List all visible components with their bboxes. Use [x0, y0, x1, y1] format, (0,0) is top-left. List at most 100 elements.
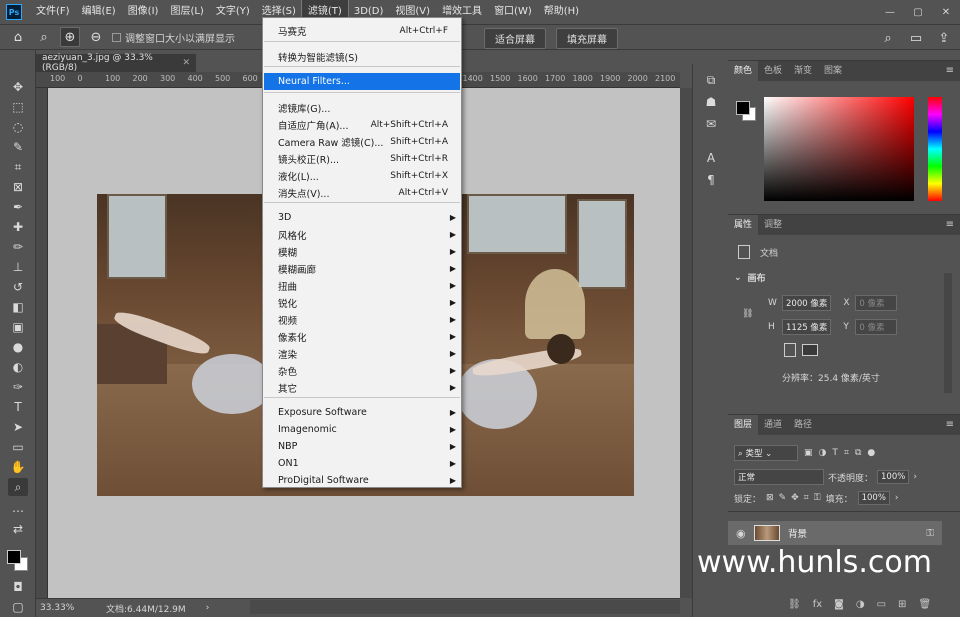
marquee-tool-icon[interactable]: ⬚	[8, 98, 28, 116]
filter-menu-item[interactable]: Imagenomic ▶	[264, 421, 460, 438]
new-layer-icon[interactable]: ⊞	[898, 599, 906, 610]
filter-menu-item[interactable]: 像素化 ▶	[264, 328, 460, 345]
portrait-icon[interactable]	[784, 343, 796, 357]
filter-menu-item[interactable]: 消失点(V)... Alt+Ctrl+V	[264, 184, 460, 201]
menu-type[interactable]: 文字(Y)	[210, 0, 256, 24]
dodge-tool-icon[interactable]: ◐	[8, 358, 28, 376]
opacity-arrow-icon[interactable]: ›	[913, 472, 917, 482]
filter-toggle-icon[interactable]: ●	[867, 448, 875, 458]
foreground-color-swatch[interactable]	[7, 550, 21, 564]
quick-select-tool-icon[interactable]: ✎	[8, 138, 28, 156]
kind-filter-select[interactable]: ⌕ 类型 ⌄	[734, 445, 798, 461]
eyedropper-tool-icon[interactable]: ✒	[8, 198, 28, 216]
filter-menu-item[interactable]: NBP ▶	[264, 438, 460, 455]
filter-menu-item[interactable]: 3D ▶	[264, 209, 460, 226]
tab-gradients[interactable]: 渐变	[788, 61, 818, 81]
pixel-filter-icon[interactable]: ▣	[804, 448, 813, 458]
filter-menu-item[interactable]: 锐化 ▶	[264, 294, 460, 311]
hue-slider[interactable]	[928, 97, 942, 201]
quick-mask-icon[interactable]: ◘	[8, 578, 28, 596]
tab-properties[interactable]: 属性	[728, 215, 759, 235]
filter-menu-item[interactable]: 风格化 ▶	[264, 226, 460, 243]
eraser-tool-icon[interactable]: ◧	[8, 298, 28, 316]
resize-window-checkbox[interactable]: 调整窗口大小以满屏显示	[112, 30, 235, 45]
type-filter-icon[interactable]: T	[832, 448, 838, 458]
blur-tool-icon[interactable]: ●	[8, 338, 28, 356]
home-icon[interactable]: ⌂	[8, 27, 28, 47]
menu-help[interactable]: 帮助(H)	[538, 0, 585, 24]
lock-pixels-icon[interactable]: ⊠	[766, 493, 774, 503]
stamp-tool-icon[interactable]: ⊥	[8, 258, 28, 276]
frame-tool-icon[interactable]: ⊠	[8, 178, 28, 196]
height-field[interactable]: 1125 像素	[782, 319, 832, 335]
menu-image[interactable]: 图像(I)	[122, 0, 165, 24]
tab-patterns[interactable]: 图案	[818, 61, 848, 81]
panel-menu-icon[interactable]: ≡	[946, 65, 954, 76]
smart-filter-icon[interactable]: ⧉	[855, 448, 861, 458]
panel-menu-icon[interactable]: ≡	[946, 219, 954, 230]
landscape-icon[interactable]	[802, 344, 818, 356]
adjustment-layer-icon[interactable]: ◑	[856, 599, 865, 610]
pen-tool-icon[interactable]: ✑	[8, 378, 28, 396]
lasso-tool-icon[interactable]: ◌	[8, 118, 28, 136]
menu-layer[interactable]: 图层(L)	[164, 0, 209, 24]
vertical-scrollbar[interactable]	[680, 88, 692, 598]
chevron-down-icon[interactable]: ⌄	[734, 273, 742, 283]
close-tab-icon[interactable]: ✕	[182, 58, 190, 68]
filter-menu-item[interactable]: 扭曲 ▶	[264, 277, 460, 294]
menu-window[interactable]: 窗口(W)	[488, 0, 538, 24]
close-button[interactable]: ✕	[932, 0, 960, 24]
path-select-icon[interactable]: ➤	[8, 418, 28, 436]
filter-menu-item[interactable]: 模糊 ▶	[264, 243, 460, 260]
panel-menu-icon[interactable]: ≡	[946, 419, 954, 430]
tab-layers[interactable]: 图层	[728, 415, 759, 435]
fill-screen-button[interactable]: 填充屏幕	[556, 28, 618, 49]
shape-tool-icon[interactable]: ▭	[8, 438, 28, 456]
share-icon[interactable]: ⇪	[934, 28, 954, 48]
adjust-filter-icon[interactable]: ◑	[819, 448, 827, 458]
hand-tool-icon[interactable]: ✋	[8, 458, 28, 476]
lock-position-icon[interactable]: ✥	[791, 493, 799, 503]
search-icon[interactable]: ⌕	[878, 28, 898, 48]
lock-all-icon[interactable]: ⚿	[814, 493, 821, 503]
filter-menu-item[interactable]: 其它 ▶	[264, 379, 460, 396]
color-picker-field[interactable]	[764, 97, 914, 201]
tab-color[interactable]: 颜色	[728, 61, 759, 81]
filter-menu-item[interactable]: 滤镜库(G)...	[264, 99, 460, 116]
more-tools-icon[interactable]: ⋯	[8, 502, 28, 520]
canvas-section[interactable]: ⌄ 画布	[734, 271, 766, 285]
new-group-icon[interactable]: ▭	[877, 599, 886, 610]
properties-scrollbar[interactable]	[944, 273, 952, 393]
status-arrow-icon[interactable]: ›	[206, 603, 210, 613]
zoom-out-icon[interactable]: ⊖	[86, 27, 106, 47]
filter-menu-item[interactable]: Camera Raw 滤镜(C)... Shift+Ctrl+A	[264, 133, 460, 150]
paragraph-panel-icon[interactable]: ¶	[703, 172, 719, 188]
healing-tool-icon[interactable]: ✚	[8, 218, 28, 236]
width-field[interactable]: 2000 像素	[782, 295, 832, 311]
tab-adjustments[interactable]: 调整	[758, 215, 788, 235]
filter-menu-item[interactable]: ProDigital Software ▶	[264, 472, 460, 489]
fill-arrow-icon[interactable]: ›	[895, 493, 899, 503]
history-panel-icon[interactable]: ⧉	[703, 72, 719, 88]
filter-menu-item[interactable]: 镜头校正(R)... Shift+Ctrl+R	[264, 150, 460, 167]
zoom-level[interactable]: 33.33%	[36, 603, 96, 613]
checkbox-box[interactable]	[112, 32, 121, 42]
link-layers-icon[interactable]: ⛓	[788, 599, 801, 610]
opacity-field[interactable]: 100%	[877, 470, 910, 484]
menu-edit[interactable]: 编辑(E)	[76, 0, 122, 24]
filter-menu-item[interactable]: 液化(L)... Shift+Ctrl+X	[264, 167, 460, 184]
filter-menu-item[interactable]: 模糊画廊 ▶	[264, 260, 460, 277]
filter-menu-item[interactable]: 自适应广角(A)... Alt+Shift+Ctrl+A	[264, 116, 460, 133]
delete-layer-icon[interactable]: 🗑	[918, 599, 931, 610]
tab-swatches[interactable]: 色板	[758, 61, 788, 81]
character-panel-icon[interactable]: A	[703, 150, 719, 166]
comments-panel-icon[interactable]: ✉	[703, 116, 719, 132]
history-brush-icon[interactable]: ↺	[8, 278, 28, 296]
minimize-button[interactable]: —	[876, 0, 904, 24]
properties-panel-icon[interactable]: ☗	[703, 94, 719, 110]
tab-channels[interactable]: 通道	[758, 415, 788, 435]
zoom-tool-icon[interactable]: ⌕	[34, 27, 54, 47]
zoom-tool-icon[interactable]: ⌕	[8, 478, 28, 496]
filter-menu-item[interactable]: 视频 ▶	[264, 311, 460, 328]
blend-mode-select[interactable]: 正常	[734, 469, 824, 485]
